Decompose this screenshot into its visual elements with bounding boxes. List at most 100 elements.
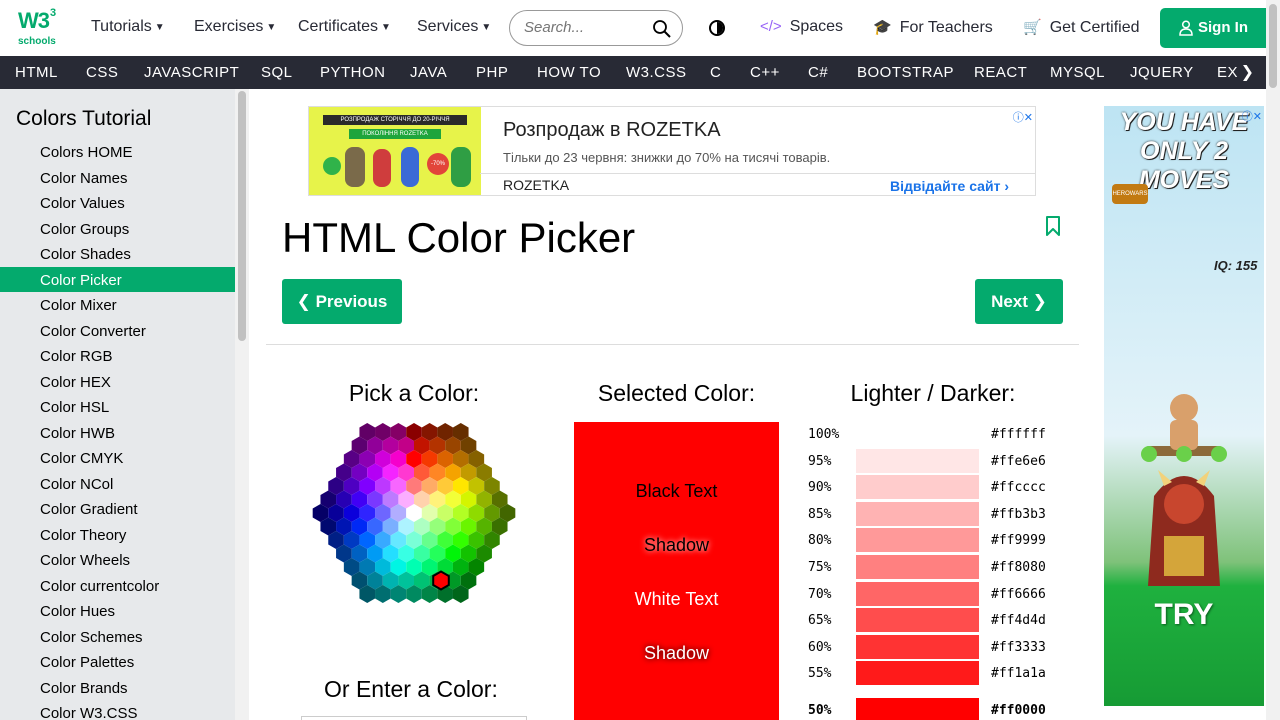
sidebar-item-color-values[interactable]: Color Values: [0, 190, 235, 215]
black-shadow-sample: Shadow: [643, 535, 710, 555]
sidebar-item-color-theory[interactable]: Color Theory: [0, 522, 235, 547]
page-scrollbar[interactable]: [1266, 0, 1280, 720]
topic-mysql[interactable]: MYSQL: [1050, 64, 1105, 81]
search-box: [509, 10, 683, 46]
topic-javascript[interactable]: JAVASCRIPT: [144, 64, 239, 81]
shade-percent: 85%: [808, 506, 832, 522]
topic-html[interactable]: HTML: [15, 64, 58, 81]
shade-hex: #ff8080: [991, 560, 1046, 575]
topic-sql[interactable]: SQL: [261, 64, 293, 81]
topic-bootstrap[interactable]: BOOTSTRAP: [857, 64, 954, 81]
color-input[interactable]: [301, 716, 527, 720]
topic-css[interactable]: CSS: [86, 64, 118, 81]
ad-banner-tag: ПОКОЛІННЯ ROZETKA: [349, 129, 441, 139]
person-icon: [1179, 20, 1193, 36]
sidebar-item-color-names[interactable]: Color Names: [0, 165, 235, 190]
topic-jquery[interactable]: JQUERY: [1130, 64, 1194, 81]
sidebar-item-color-rgb[interactable]: Color RGB: [0, 343, 235, 368]
shade-swatch[interactable]: [856, 608, 979, 633]
spaces-link[interactable]: </> Spaces: [760, 18, 843, 36]
chevron-right-icon[interactable]: ❯: [1241, 62, 1254, 82]
topic-c[interactable]: C: [710, 64, 721, 81]
shade-swatch[interactable]: [856, 634, 979, 659]
page-scrollbar-thumb[interactable]: [1269, 4, 1277, 88]
bookmark-icon[interactable]: [1045, 216, 1061, 236]
sidebar-item-color-shades[interactable]: Color Shades: [0, 241, 235, 266]
topic-cpp[interactable]: C++: [750, 64, 780, 81]
topic-java[interactable]: JAVA: [410, 64, 447, 81]
topic-csharp[interactable]: C#: [808, 64, 828, 81]
shade-hex: #ff6666: [991, 586, 1046, 602]
w3schools-logo[interactable]: W3 3 schools: [18, 7, 58, 48]
shade-swatch[interactable]: [856, 528, 979, 553]
sidebar-item-color-groups[interactable]: Color Groups: [0, 216, 235, 241]
shade-swatch[interactable]: [856, 661, 979, 686]
ad-brand: ROZETKA: [503, 177, 570, 193]
sidebar-item-color-mixer[interactable]: Color Mixer: [0, 292, 235, 317]
sidebar-item-color-hwb[interactable]: Color HWB: [0, 420, 235, 445]
shade-swatch[interactable]: [856, 475, 979, 500]
ad-figure: [401, 147, 419, 187]
shade-swatch[interactable]: [856, 501, 979, 526]
menu-tutorials[interactable]: Tutorials ▼: [91, 18, 165, 36]
sidebar-scrollbar[interactable]: [235, 89, 249, 720]
sidebar-item-color-currentcolor[interactable]: Color currentcolor: [0, 573, 235, 598]
topic-w3css[interactable]: W3.CSS: [626, 64, 687, 81]
top-navbar: W3 3 schools Tutorials ▼ Exercises ▼ Certi…: [0, 0, 1280, 56]
sidebar-item-color-hues[interactable]: Color Hues: [0, 598, 235, 623]
ad-choices-icon[interactable]: ⓘ✕: [1013, 109, 1033, 125]
search-icon[interactable]: [652, 19, 672, 39]
menu-exercises[interactable]: Exercises ▼: [194, 18, 276, 36]
menu-certificates[interactable]: Certificates ▼: [298, 18, 391, 36]
black-text-sample: Black Text: [635, 481, 718, 501]
shade-hex: #ff0000: [991, 703, 1046, 718]
color-hexagon-map[interactable]: [296, 420, 532, 622]
right-ad-banner[interactable]: YOU HAVE ONLY 2 MOVES HEROWARS IQ: 155 T…: [1104, 106, 1264, 706]
topic-php[interactable]: PHP: [476, 64, 508, 81]
right-ad-cta: TRY: [1154, 598, 1214, 631]
shade-swatch[interactable]: [856, 555, 979, 579]
sidebar-item-color-brands[interactable]: Color Brands: [0, 675, 235, 700]
topic-ex[interactable]: EX: [1217, 64, 1238, 81]
sidebar-item-color-w3-css[interactable]: Color W3.CSS: [0, 700, 235, 720]
chevron-right-icon: ❯: [1032, 292, 1047, 311]
next-button[interactable]: Next ❯: [975, 279, 1063, 324]
menu-services[interactable]: Services ▼: [417, 18, 491, 36]
shade-hex: #ffb3b3: [991, 506, 1046, 522]
logo-main: W3: [18, 8, 50, 33]
sidebar-scrollbar-thumb[interactable]: [238, 91, 246, 341]
for-teachers-label: For Teachers: [899, 19, 993, 36]
shade-percent: 95%: [808, 453, 832, 469]
sidebar-item-color-wheels[interactable]: Color Wheels: [0, 547, 235, 572]
search-input[interactable]: [524, 19, 644, 36]
get-certified-link[interactable]: 🛒 Get Certified: [1023, 18, 1140, 37]
for-teachers-link[interactable]: 🎓 For Teachers: [873, 18, 993, 37]
topic-python[interactable]: PYTHON: [320, 64, 386, 81]
sidebar-item-color-ncol[interactable]: Color NCol: [0, 471, 235, 496]
sidebar-item-color-hsl[interactable]: Color HSL: [0, 394, 235, 419]
sidebar-item-color-cmyk[interactable]: Color CMYK: [0, 445, 235, 470]
topic-react[interactable]: REACT: [974, 64, 1027, 81]
selected-hex-cell[interactable]: [432, 570, 450, 591]
topic-how-to[interactable]: HOW TO: [537, 64, 601, 81]
selected-color-heading: Selected Color:: [597, 380, 756, 406]
caret-down-icon: ▼: [481, 22, 492, 33]
sidebar-item-color-converter[interactable]: Color Converter: [0, 318, 235, 343]
ad-choices-icon[interactable]: ⓘ✕: [1242, 108, 1262, 124]
logo-sub: schools: [18, 36, 56, 47]
shade-swatch[interactable]: [856, 422, 979, 446]
top-ad-banner[interactable]: РОЗПРОДАЖ СТОРІЧЧЯ ДО 20-РІЧЧЯ ПОКОЛІННЯ…: [308, 106, 1036, 196]
contrast-toggle-icon[interactable]: [709, 20, 725, 36]
shade-swatch[interactable]: [856, 698, 979, 720]
sign-in-button[interactable]: Sign In: [1160, 8, 1271, 48]
shade-swatch[interactable]: [856, 448, 979, 473]
sidebar-item-color-picker[interactable]: Color Picker: [0, 266, 235, 292]
shade-swatch[interactable]: [856, 581, 979, 606]
sidebar-item-color-schemes[interactable]: Color Schemes: [0, 624, 235, 649]
sidebar-item-color-gradient[interactable]: Color Gradient: [0, 496, 235, 521]
sidebar-item-colors-home[interactable]: Colors HOME: [0, 139, 235, 164]
sidebar-item-color-hex[interactable]: Color HEX: [0, 369, 235, 394]
ad-visit-link[interactable]: Відвідайте сайт ›: [890, 178, 1009, 194]
sidebar-item-color-palettes[interactable]: Color Palettes: [0, 649, 235, 674]
previous-button[interactable]: ❮ Previous: [282, 279, 402, 324]
